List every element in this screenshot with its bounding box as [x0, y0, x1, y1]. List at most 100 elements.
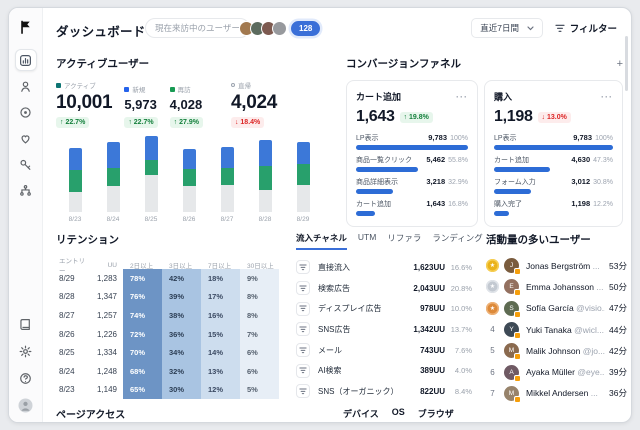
channel-row[interactable]: メール743UU7.6% [296, 340, 472, 361]
retention-header-row: エントリーUU2日以上3日以上7日以上30日以上 [51, 255, 289, 269]
avatar: J [504, 258, 519, 273]
funnel-step-bar [356, 145, 468, 150]
metric-change-badge: ↓ 18.4% [231, 117, 264, 128]
funnel-step-value: 3,012 [571, 177, 590, 186]
channel-label: メール [318, 345, 403, 356]
top-user-row[interactable]: ★EEmma Johansson ...50分 [486, 276, 627, 297]
funnel-step-pct: 55.8% [448, 157, 468, 164]
channel-tab-0[interactable]: 流入チャネル [296, 232, 347, 250]
top-users-list: ★ J Jonas Bergström ... 53分 ★EEmma Johansson… [486, 255, 627, 404]
sidebar-item-gear-icon[interactable] [15, 340, 37, 362]
bottom-tab-1[interactable]: OS [392, 407, 405, 420]
sidebar-item-target-icon[interactable] [15, 101, 37, 123]
user-name: Malik Johnson @jo... [526, 346, 605, 356]
channel-row[interactable]: SNS（オーガニック）822UU8.4% [296, 381, 472, 402]
rank-number: 6 [486, 368, 499, 377]
retention-cell: 7% [240, 325, 279, 344]
add-funnel-button[interactable]: + [617, 59, 623, 69]
channel-pct: 10.0% [445, 304, 472, 313]
channel-label: ディスプレイ広告 [318, 303, 403, 314]
retention-section: リテンション エントリーUU2日以上3日以上7日以上30日以上8/291,283… [51, 232, 289, 399]
channel-row[interactable]: 検索広告2,043UU20.8% [296, 278, 472, 299]
sidebar-item-help-icon[interactable] [15, 367, 37, 389]
funnel-change-badge: ↑ 19.8% [400, 112, 433, 123]
ellipsis-menu-icon[interactable]: ··· [456, 92, 468, 102]
bar-segment-直帰 [221, 185, 234, 212]
funnel-card-value-row: 1,643↑ 19.8% [356, 108, 468, 126]
top-user-row[interactable]: 6AAyaka Müller @eye...39分 [486, 361, 627, 382]
funnel-step-label: カート追加 [356, 199, 426, 209]
bottom-tab-2[interactable]: ブラウザ [418, 407, 454, 420]
sidebar-item-dashboard-icon[interactable] [15, 49, 37, 71]
sidebar-item-heart-icon[interactable] [15, 127, 37, 149]
user-name: Jonas Bergström ... [526, 261, 605, 271]
sidebar-nav [15, 49, 37, 201]
funnel-change-badge: ↓ 13.0% [538, 112, 571, 123]
channel-row[interactable]: ディスプレイ広告978UU10.0% [296, 298, 472, 319]
ellipsis-menu-icon[interactable]: ··· [601, 92, 613, 102]
top-user-row[interactable]: 5MMalik Johnson @jo...42分 [486, 340, 627, 361]
retention-row: 8/231,14965%30%12%5% [51, 381, 289, 400]
avatar-app-badge [514, 396, 521, 403]
retention-cell: 15% [201, 325, 240, 344]
scrollbar-thumb[interactable] [625, 36, 628, 91]
stacked-bar[interactable] [107, 142, 120, 212]
funnel-step-bar [494, 167, 550, 172]
retention-header-cell: UU [91, 262, 123, 269]
user-handle: @visio... [576, 303, 605, 313]
channel-tab-3[interactable]: ランディング [432, 232, 482, 250]
avatar-initials: A [509, 369, 513, 376]
retention-cell: 78% [123, 269, 162, 288]
date-range-select[interactable]: 直近7日間 [471, 18, 543, 38]
metric-3: 直帰4,024↓ 18.4% [231, 80, 277, 128]
user-minutes: 53分 [609, 260, 627, 272]
medal-silver-icon: ★ [486, 280, 499, 293]
metric-label-row: アクティブ [56, 80, 112, 90]
chart-x-label: 8/28 [246, 216, 284, 223]
funnel-step: 購入完了1,19812.2% [494, 199, 613, 216]
app-logo-flag-icon [18, 19, 34, 35]
retention-date: 8/25 [51, 348, 91, 357]
funnel-step-label: 購入完了 [494, 199, 571, 209]
retention-cell: 16% [201, 306, 240, 325]
filter-button[interactable]: フィルター [555, 18, 617, 38]
stacked-bar[interactable] [145, 136, 158, 212]
sidebar-item-key-icon[interactable] [15, 153, 37, 175]
user-fullname: Emma Johansson [526, 282, 594, 292]
stacked-bar[interactable] [69, 148, 82, 212]
channel-tab-2[interactable]: リファラ [387, 232, 421, 250]
top-user-row[interactable]: 4YYuki Tanaka @wicl...44分 [486, 319, 627, 340]
stacked-bar[interactable] [221, 147, 234, 212]
bottom-tab-0[interactable]: デバイス [343, 407, 379, 420]
top-user-row[interactable]: ★SSofía García @visio...47分 [486, 298, 627, 319]
retention-cell: 65% [123, 381, 162, 400]
funnel-step-row: 商品詳細表示3,21832.9% [356, 177, 468, 187]
bar-segment-直帰 [69, 192, 82, 212]
retention-cell: 8% [240, 306, 279, 325]
stacked-bar[interactable] [183, 149, 196, 212]
sidebar-item-book-icon[interactable] [15, 313, 37, 335]
funnel-step-value: 3,218 [426, 177, 445, 186]
top-user-row[interactable]: 7MMikkel Andersen ...36分 [486, 383, 627, 404]
channel-row[interactable]: 直接流入1,623UU16.6% [296, 257, 472, 278]
metric-label-row: 再訪 [170, 84, 203, 94]
channel-row[interactable]: SNS広告1,342UU13.7% [296, 319, 472, 340]
channel-tab-1[interactable]: UTM [358, 232, 376, 250]
retention-uu: 1,149 [91, 385, 123, 394]
stacked-bar[interactable] [259, 140, 272, 212]
user-fullname: Mikkel Andersen [526, 388, 588, 398]
funnel-step-row: フォーム入力3,01230.8% [494, 177, 613, 187]
sidebar-item-user-icon[interactable] [15, 75, 37, 97]
channel-row[interactable]: AI検索389UU4.0% [296, 360, 472, 381]
user-fullname: Ayaka Müller [526, 367, 575, 377]
bar-segment-直帰 [145, 175, 158, 212]
stacked-bar[interactable] [297, 142, 310, 212]
metric-label-row: 直帰 [231, 80, 277, 90]
metric-label: アクティブ [64, 80, 96, 90]
top-user-row[interactable]: ★JJonas Bergström ...53分 [486, 255, 627, 276]
funnel-step-bar [356, 211, 375, 216]
sidebar-item-avatar[interactable] [15, 394, 37, 416]
metric-change-value: 22.7% [65, 119, 85, 126]
sidebar-item-sitemap-icon[interactable] [15, 179, 37, 201]
funnel-card-1: 購入···1,198↓ 13.0%LP表示9,783100%カート追加4,630… [484, 80, 623, 227]
